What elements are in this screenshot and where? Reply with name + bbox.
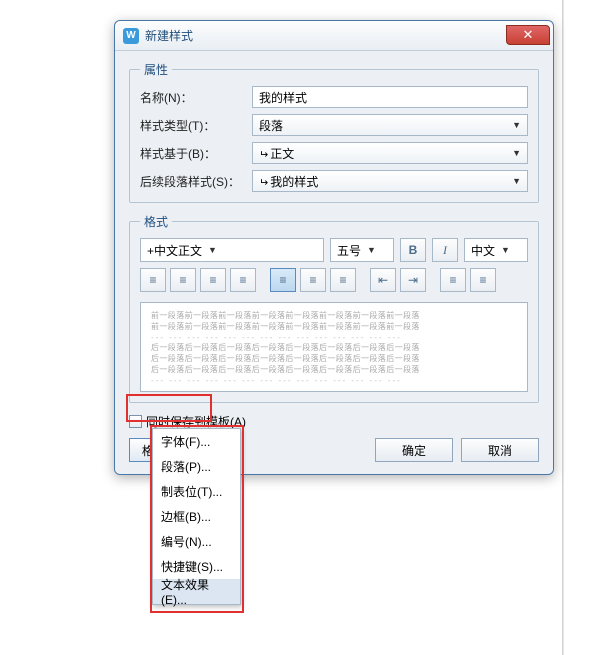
preview-prev-line: 前一段落前一段落前一段落前一段落前一段落前一段落前一段落前一段落 — [151, 322, 517, 333]
preview-dash-line: --- --- --- --- --- --- --- --- --- --- … — [151, 376, 517, 387]
menu-item[interactable]: 文本效果(E)... — [153, 579, 240, 604]
font-value: +中文正文 — [147, 242, 202, 259]
return-icon: ↵ — [259, 148, 268, 161]
align-right-button[interactable]: ≡ — [200, 268, 226, 292]
outdent-button[interactable]: ≡ — [440, 268, 466, 292]
spacing-icon: ≡ — [339, 273, 346, 287]
app-icon: W — [123, 28, 139, 44]
titlebar[interactable]: W 新建样式 ✕ — [115, 21, 553, 51]
following-select[interactable]: ↵我的样式 ▼ — [252, 170, 528, 192]
chevron-down-icon: ▼ — [512, 148, 521, 158]
menu-item[interactable]: 制表位(T)... — [153, 479, 240, 504]
close-button[interactable]: ✕ — [506, 25, 550, 45]
chevron-down-icon: ▼ — [512, 120, 521, 130]
name-label: 名称(N)： — [140, 89, 244, 106]
return-icon: ↵ — [259, 176, 268, 189]
dialog-title: 新建样式 — [145, 27, 193, 44]
align-justify-button[interactable]: ≡ — [230, 268, 256, 292]
preview-dash-line: --- --- --- --- --- --- --- --- --- --- … — [151, 333, 517, 344]
menu-item[interactable]: 边框(B)... — [153, 504, 240, 529]
new-style-dialog: W 新建样式 ✕ 属性 名称(N)： 样式类型(T)： 段落 ▼ 样式基于(B)… — [114, 20, 554, 475]
indent-icon: ≡ — [479, 273, 486, 287]
format-fieldset: 格式 +中文正文 ▼ 五号 ▼ B I 中文 ▼ ≡ ≡ — [129, 213, 539, 403]
format-legend: 格式 — [140, 213, 172, 230]
spacing-default-button[interactable]: ≡ — [270, 268, 296, 292]
based-on-value: ↵正文 — [259, 145, 294, 162]
font-combo[interactable]: +中文正文 ▼ — [140, 238, 324, 262]
indent-decrease-icon: ⇤ — [378, 273, 388, 287]
name-input[interactable] — [252, 86, 528, 108]
align-left-icon: ≡ — [149, 273, 156, 287]
bold-button[interactable]: B — [400, 238, 426, 262]
chevron-down-icon: ▼ — [367, 245, 376, 255]
align-center-button[interactable]: ≡ — [170, 268, 196, 292]
indent-increase-icon: ⇥ — [408, 273, 418, 287]
italic-button[interactable]: I — [432, 238, 458, 262]
preview-next-line: 后一段落后一段落后一段落后一段落后一段落后一段落后一段落后一段落 — [151, 365, 517, 376]
cancel-button[interactable]: 取消 — [461, 438, 539, 462]
style-type-value: 段落 — [259, 117, 283, 134]
size-combo[interactable]: 五号 ▼ — [330, 238, 394, 262]
menu-item[interactable]: 段落(P)... — [153, 454, 240, 479]
following-label: 后续段落样式(S)： — [140, 173, 244, 190]
preview-next-line: 后一段落后一段落后一段落后一段落后一段落后一段落后一段落后一段落 — [151, 343, 517, 354]
page-edge — [562, 0, 564, 655]
save-template-checkbox[interactable] — [129, 415, 142, 428]
spacing-icon: ≡ — [309, 273, 316, 287]
preview-prev-line: 前一段落前一段落前一段落前一段落前一段落前一段落前一段落前一段落 — [151, 311, 517, 322]
size-value: 五号 — [337, 242, 361, 259]
menu-item[interactable]: 字体(F)... — [153, 429, 240, 454]
spacing-tight-button[interactable]: ≡ — [330, 268, 356, 292]
style-type-label: 样式类型(T)： — [140, 117, 244, 134]
properties-fieldset: 属性 名称(N)： 样式类型(T)： 段落 ▼ 样式基于(B)： ↵正文 ▼ — [129, 61, 539, 203]
following-value: ↵我的样式 — [259, 173, 318, 190]
format-dropdown-menu: 字体(F)...段落(P)...制表位(T)...边框(B)...编号(N)..… — [152, 428, 241, 605]
lang-value: 中文 — [471, 242, 495, 259]
style-type-select[interactable]: 段落 ▼ — [252, 114, 528, 136]
properties-legend: 属性 — [140, 61, 172, 78]
indent-button[interactable]: ≡ — [470, 268, 496, 292]
outdent-icon: ≡ — [449, 273, 456, 287]
ok-button[interactable]: 确定 — [375, 438, 453, 462]
chevron-down-icon: ▼ — [512, 176, 521, 186]
chevron-down-icon: ▼ — [501, 245, 510, 255]
spacing-loose-button[interactable]: ≡ — [300, 268, 326, 292]
preview-next-line: 后一段落后一段落后一段落后一段落后一段落后一段落后一段落后一段落 — [151, 354, 517, 365]
preview-area: 前一段落前一段落前一段落前一段落前一段落前一段落前一段落前一段落 前一段落前一段… — [140, 302, 528, 392]
chevron-down-icon: ▼ — [208, 245, 217, 255]
indent-decrease-button[interactable]: ⇤ — [370, 268, 396, 292]
close-icon: ✕ — [523, 27, 534, 43]
align-justify-icon: ≡ — [239, 273, 246, 287]
indent-increase-button[interactable]: ⇥ — [400, 268, 426, 292]
based-on-label: 样式基于(B)： — [140, 145, 244, 162]
align-center-icon: ≡ — [179, 273, 186, 287]
align-left-button[interactable]: ≡ — [140, 268, 166, 292]
lang-combo[interactable]: 中文 ▼ — [464, 238, 528, 262]
align-right-icon: ≡ — [209, 273, 216, 287]
spacing-icon: ≡ — [279, 273, 286, 287]
menu-item[interactable]: 编号(N)... — [153, 529, 240, 554]
based-on-select[interactable]: ↵正文 ▼ — [252, 142, 528, 164]
